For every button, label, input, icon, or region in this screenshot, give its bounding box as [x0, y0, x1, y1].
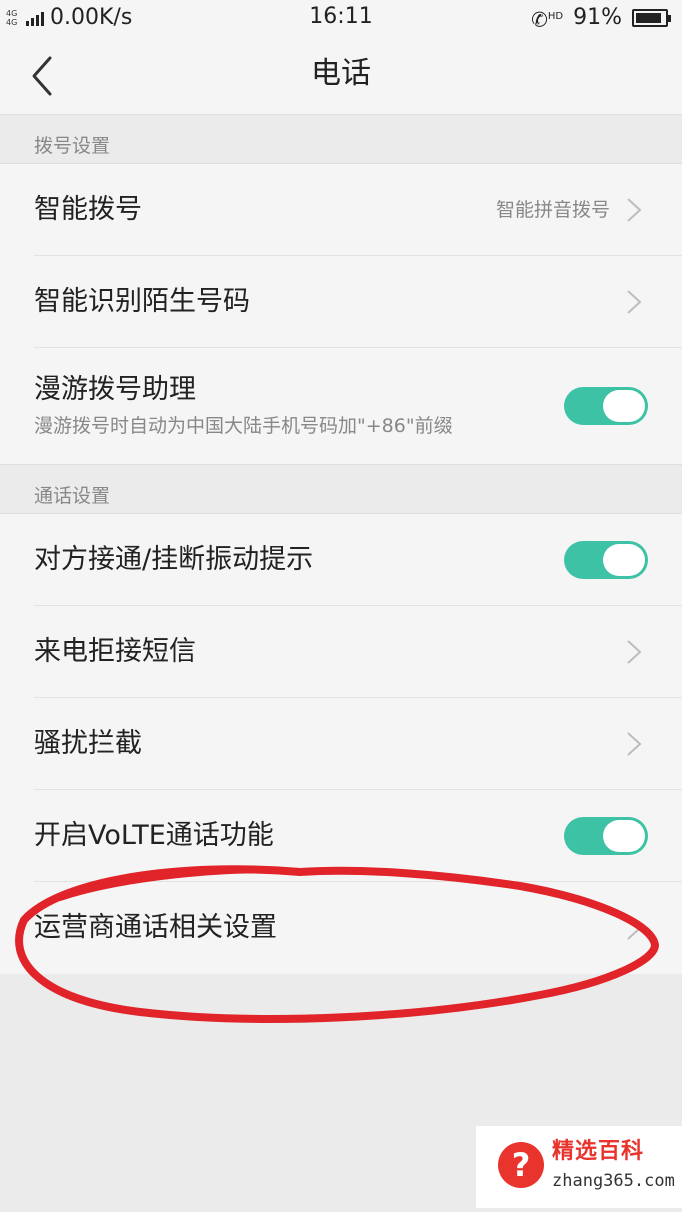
row-title: 智能拨号 [34, 194, 142, 225]
chevron-right-icon [627, 198, 642, 222]
row-title: 漫游拨号助理 [34, 374, 196, 405]
row-title: 骚扰拦截 [34, 728, 142, 759]
row-roaming-assistant: 漫游拨号助理 漫游拨号时自动为中国大陆手机号码加"+86"前缀 [0, 348, 682, 464]
page-title: 电话 [311, 56, 371, 91]
row-volte: 开启VoLTE通话功能 [0, 790, 682, 882]
chevron-right-icon [627, 732, 642, 756]
row-title: 开启VoLTE通话功能 [34, 820, 274, 851]
phone-hd-icon: ✆HD [531, 7, 564, 32]
battery-icon [632, 9, 671, 28]
roaming-assistant-toggle[interactable] [564, 387, 648, 425]
row-reject-sms[interactable]: 来电拒接短信 [0, 606, 682, 698]
section-header-dial: 拨号设置 [0, 114, 682, 164]
row-subtitle: 漫游拨号时自动为中国大陆手机号码加"+86"前缀 [34, 415, 453, 437]
row-title: 运营商通话相关设置 [34, 912, 277, 943]
toggle-knob [603, 544, 645, 576]
watermark-domain: zhang365.com [552, 1171, 675, 1191]
volte-toggle[interactable] [564, 817, 648, 855]
battery-percent: 91% [573, 5, 622, 31]
toggle-knob [603, 390, 645, 422]
vibrate-on-connect-toggle[interactable] [564, 541, 648, 579]
watermark-name: 精选百科 [552, 1139, 645, 1164]
row-carrier-call-settings[interactable]: 运营商通话相关设置 [0, 882, 682, 974]
status-right: ✆HD 91% [531, 5, 671, 32]
chevron-right-icon [627, 916, 642, 940]
row-smart-dial[interactable]: 智能拨号 智能拼音拨号 [0, 164, 682, 256]
status-bar: 4G 4G 0.00K/s 16:11 ✆HD 91% [0, 0, 682, 36]
row-title: 智能识别陌生号码 [34, 286, 250, 317]
hd-label: HD [547, 11, 564, 22]
row-identify-unknown[interactable]: 智能识别陌生号码 [0, 256, 682, 348]
row-title: 来电拒接短信 [34, 636, 196, 667]
title-bar: 电话 [0, 36, 682, 114]
toggle-knob [603, 820, 645, 852]
section-header-call: 通话设置 [0, 464, 682, 514]
row-harassment-block[interactable]: 骚扰拦截 [0, 698, 682, 790]
watermark-badge: ? 精选百科 zhang365.com [476, 1126, 682, 1208]
row-vibrate-on-connect: 对方接通/挂断振动提示 [0, 514, 682, 606]
row-title: 对方接通/挂断振动提示 [34, 544, 314, 575]
chevron-right-icon [627, 640, 642, 664]
chevron-right-icon [627, 290, 642, 314]
row-value: 智能拼音拨号 [495, 199, 610, 221]
question-mark-icon: ? [498, 1142, 544, 1188]
